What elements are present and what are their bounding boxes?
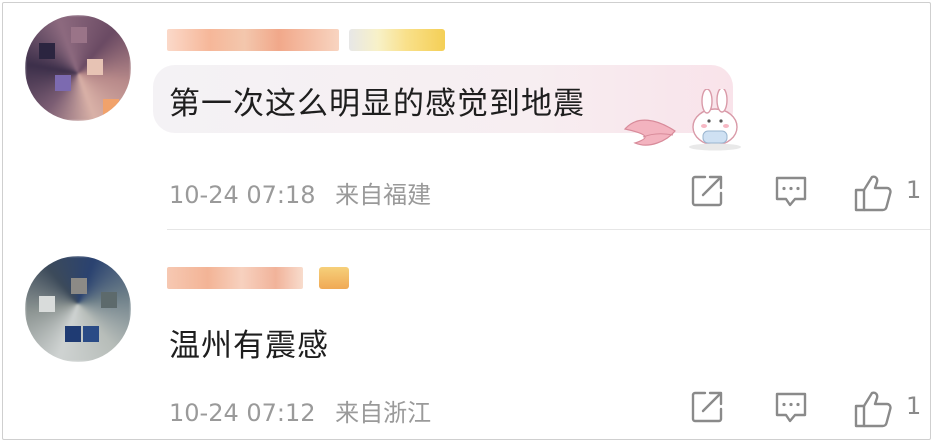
avatar[interactable] xyxy=(25,256,131,362)
like-count: 1 xyxy=(906,392,922,420)
comment-meta: 10-24 07:12 来自浙江 xyxy=(169,393,431,428)
comment-icon xyxy=(775,176,807,207)
share-icon xyxy=(691,391,723,423)
share-button[interactable] xyxy=(689,173,725,209)
comment-location: 来自浙江 xyxy=(335,399,432,427)
reply-button[interactable] xyxy=(773,173,809,209)
reply-button[interactable] xyxy=(773,389,809,425)
thumbs-up-icon xyxy=(854,391,892,428)
comment-icon xyxy=(775,392,807,423)
username-mosaic[interactable] xyxy=(167,267,303,289)
comment-divider xyxy=(167,229,930,230)
comment-text: 温州有震感 xyxy=(169,328,329,364)
user-badge-mosaic xyxy=(319,267,349,289)
like-button[interactable]: 1 xyxy=(853,173,923,213)
comment-text: 第一次这么明显的感觉到地震 xyxy=(169,86,585,122)
comment-item: 第一次这么明显的感觉到地震 10-24 07:18 来自福建 1 xyxy=(3,3,930,229)
comment-list: 第一次这么明显的感觉到地震 10-24 07:18 来自福建 1 温州有震感 1… xyxy=(2,2,931,440)
share-button[interactable] xyxy=(689,389,725,425)
thumbs-up-icon xyxy=(854,175,892,212)
avatar[interactable] xyxy=(25,15,131,121)
share-icon xyxy=(691,175,723,207)
comment-time: 10-24 07:18 xyxy=(169,181,316,209)
comment-meta: 10-24 07:18 来自福建 xyxy=(169,175,431,210)
user-badge-mosaic xyxy=(349,29,445,51)
bunny-sticker-icon xyxy=(623,89,741,151)
comment-location: 来自福建 xyxy=(335,181,432,209)
like-count: 1 xyxy=(906,176,922,204)
username-mosaic[interactable] xyxy=(167,29,339,51)
like-button[interactable]: 1 xyxy=(853,389,923,429)
comment-item: 温州有震感 10-24 07:12 来自浙江 1 xyxy=(3,231,930,441)
comment-time: 10-24 07:12 xyxy=(169,399,316,427)
